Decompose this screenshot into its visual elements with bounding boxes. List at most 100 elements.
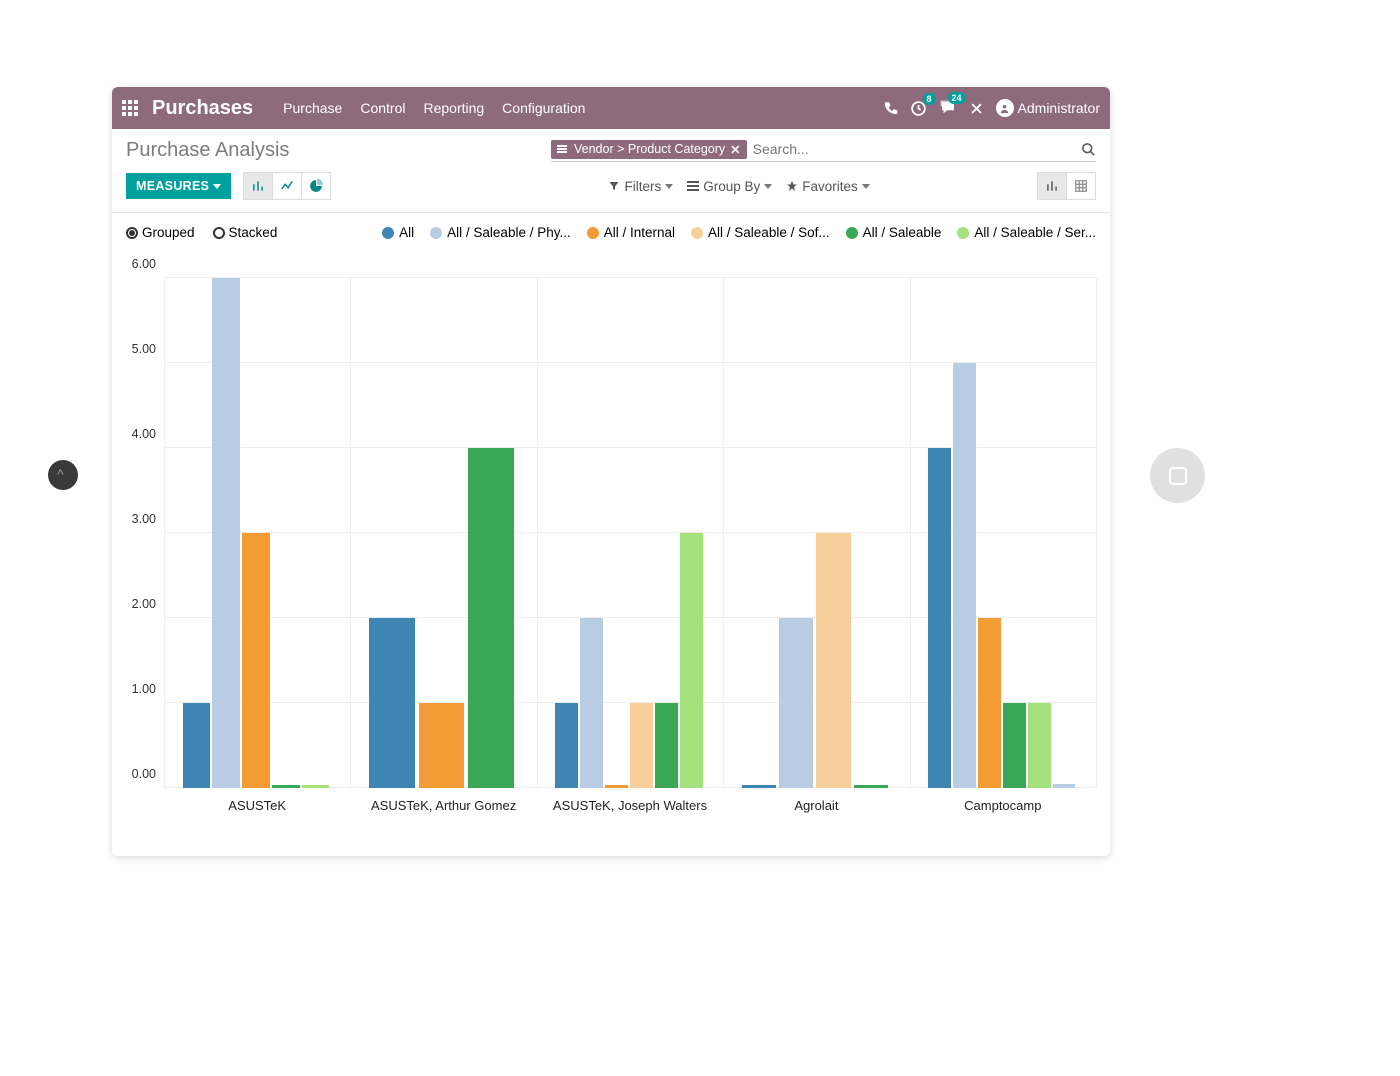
category-divider [164, 278, 165, 788]
y-tick-label: 0.00 [118, 767, 164, 781]
category-divider [350, 278, 351, 788]
legend-label: All / Internal [604, 225, 675, 240]
legend-item[interactable]: All / Saleable [846, 225, 942, 240]
legend-item[interactable]: All [382, 225, 414, 240]
menu-control[interactable]: Control [360, 100, 405, 116]
chart-bar[interactable] [854, 785, 888, 788]
chart-bar[interactable] [742, 785, 776, 788]
chart-bar[interactable] [302, 785, 329, 788]
legend-swatch [382, 227, 394, 239]
chart-bar[interactable] [978, 618, 1001, 788]
chart-bar[interactable] [953, 363, 976, 788]
graph-view-button[interactable] [1037, 172, 1067, 200]
gridline [164, 277, 1096, 278]
device-back-button[interactable] [48, 460, 78, 490]
legend-label: All [399, 225, 414, 240]
chart-bar[interactable] [1053, 784, 1076, 788]
category-divider [723, 278, 724, 788]
legend-swatch [846, 227, 858, 239]
mode-stacked[interactable]: Stacked [213, 225, 278, 240]
tools-icon[interactable] [969, 101, 984, 116]
chart-bar[interactable] [1003, 703, 1026, 788]
menu-reporting[interactable]: Reporting [423, 100, 484, 116]
view-mode-buttons [1037, 172, 1096, 200]
y-tick-label: 6.00 [118, 257, 164, 271]
caret-down-icon [213, 184, 221, 189]
caret-down-icon [862, 184, 870, 189]
chart-bar[interactable] [680, 533, 703, 788]
remove-facet-icon[interactable]: ✕ [730, 142, 740, 157]
favorites-label: Favorites [802, 179, 858, 194]
category-label: Camptocamp [964, 788, 1041, 813]
chart-bar[interactable] [1028, 703, 1051, 788]
legend-item[interactable]: All / Saleable / Ser... [957, 225, 1096, 240]
chart-bar[interactable] [419, 703, 465, 788]
app-title: Purchases [152, 97, 253, 120]
legend-row: Grouped Stacked All All / Saleable / Phy.… [112, 213, 1110, 248]
category-divider [1096, 278, 1097, 788]
chart-bar[interactable] [242, 533, 269, 788]
favorites-button[interactable]: Favorites [786, 179, 870, 194]
user-name: Administrator [1018, 100, 1100, 116]
chart-bar[interactable] [655, 703, 678, 788]
device-home-button[interactable] [1150, 448, 1205, 503]
category-label: ASUSTeK, Arthur Gomez [371, 788, 516, 813]
chart-bar[interactable] [630, 703, 653, 788]
y-tick-label: 1.00 [118, 682, 164, 696]
chart-plot: 0.001.002.003.004.005.006.00ASUSTeKASUST… [164, 278, 1096, 788]
category-divider [537, 278, 538, 788]
messages-badge: 24 [948, 92, 966, 104]
search-facet[interactable]: Vendor > Product Category ✕ [551, 140, 747, 159]
app-window: Purchases Purchase Control Reporting Con… [112, 87, 1110, 856]
chart-bar[interactable] [183, 703, 210, 788]
messages-icon[interactable]: 24 [939, 99, 957, 117]
measures-button[interactable]: MEASURES [126, 173, 231, 199]
avatar-icon [996, 99, 1014, 117]
chart-bar[interactable] [212, 278, 239, 788]
chart-bar[interactable] [580, 618, 603, 788]
chart-bar[interactable] [605, 785, 628, 788]
activity-badge: 8 [923, 93, 936, 105]
search-input[interactable] [747, 139, 1081, 159]
chart-bar[interactable] [816, 533, 850, 788]
phone-icon[interactable] [883, 101, 898, 116]
measures-label: MEASURES [136, 179, 209, 193]
toolbar: MEASURES Filters Gro [112, 166, 1110, 213]
legend-swatch [691, 227, 703, 239]
legend-item[interactable]: All / Internal [587, 225, 675, 240]
user-menu[interactable]: Administrator [996, 99, 1100, 117]
category-label: Agrolait [794, 788, 838, 813]
chart-bar[interactable] [468, 448, 514, 788]
chart-bar[interactable] [779, 618, 813, 788]
search-bar: Vendor > Product Category ✕ [551, 139, 1096, 162]
filter-controls: Filters Group By Favorites [498, 179, 869, 194]
legend-item[interactable]: All / Saleable / Sof... [691, 225, 830, 240]
line-chart-button[interactable] [272, 172, 302, 200]
chart-bar[interactable] [369, 618, 415, 788]
menu-purchase[interactable]: Purchase [283, 100, 342, 116]
chart-bar[interactable] [555, 703, 578, 788]
mode-grouped[interactable]: Grouped [126, 225, 195, 240]
group-by-label: Group By [703, 179, 760, 194]
legend-swatch [587, 227, 599, 239]
legend-swatch [430, 227, 442, 239]
bar-chart-button[interactable] [243, 172, 273, 200]
pie-chart-button[interactable] [301, 172, 331, 200]
chart-bar[interactable] [928, 448, 951, 788]
apps-icon[interactable] [122, 100, 142, 116]
legend-label: All / Saleable [863, 225, 942, 240]
menu-configuration[interactable]: Configuration [502, 100, 585, 116]
page-title: Purchase Analysis [126, 139, 289, 162]
filters-label: Filters [624, 179, 661, 194]
search-icon[interactable] [1081, 142, 1096, 157]
legend-item[interactable]: All / Saleable / Phy... [430, 225, 571, 240]
y-tick-label: 3.00 [118, 512, 164, 526]
main-menu: Purchase Control Reporting Configuration [283, 100, 585, 116]
search-facet-label: Vendor > Product Category [574, 142, 725, 156]
filters-button[interactable]: Filters [608, 179, 673, 194]
chart-bar[interactable] [272, 785, 299, 788]
category-label: ASUSTeK, Joseph Walters [553, 788, 707, 813]
pivot-view-button[interactable] [1066, 172, 1096, 200]
activity-icon[interactable]: 8 [910, 100, 927, 117]
group-by-button[interactable]: Group By [687, 179, 772, 194]
